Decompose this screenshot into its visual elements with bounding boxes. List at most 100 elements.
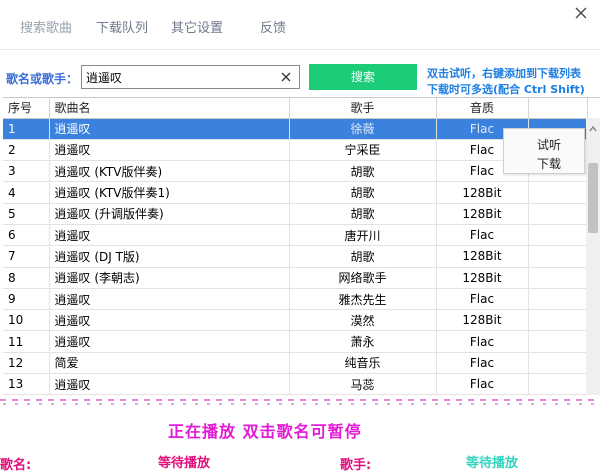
row-index: 6 <box>3 224 50 247</box>
row-singer: 萧永 <box>289 330 437 353</box>
context-menu-item-preview[interactable]: 试听 <box>537 136 561 153</box>
table-scrollbar[interactable] <box>586 118 600 395</box>
row-song-title: 逍遥叹 (DJ T版) <box>49 245 290 268</box>
row-filler <box>528 309 588 332</box>
row-quality: Flac <box>436 352 529 375</box>
singer-value: 等待播放 <box>466 456 519 471</box>
row-filler <box>528 373 588 395</box>
table-row[interactable]: 9 逍遥叹 雅杰先生 Flac <box>3 288 588 311</box>
row-singer: 胡歌 <box>289 160 437 183</box>
row-singer: 胡歌 <box>289 181 437 204</box>
row-filler <box>528 330 588 353</box>
row-index: 8 <box>3 267 50 289</box>
row-quality: 128Bit <box>436 203 529 225</box>
table-header-row: 序号 歌曲名 歌手 音质 <box>3 98 588 119</box>
row-index: 2 <box>3 139 50 162</box>
search-button[interactable]: 搜索 <box>309 64 417 90</box>
column-header-quality[interactable]: 音质 <box>436 98 529 119</box>
close-icon[interactable] <box>572 4 590 22</box>
row-filler <box>528 181 588 204</box>
row-song-title: 逍遥叹 <box>49 373 290 395</box>
search-label: 歌名或歌手： <box>6 72 79 86</box>
tab-other-settings[interactable]: 其它设置 <box>171 17 223 36</box>
table-row[interactable]: 8 逍遥叹 (李朝志) 网络歌手 128Bit <box>3 267 588 289</box>
row-singer: 徐薇 <box>289 118 437 140</box>
row-filler <box>528 267 588 289</box>
hint-text-line1: 双击试听，右键添加到下载列表 <box>427 67 581 80</box>
context-menu-item-download[interactable]: 下载 <box>537 155 561 172</box>
row-song-title: 逍遥叹 <box>49 118 290 140</box>
row-quality: Flac <box>436 373 529 395</box>
table-row[interactable]: 5 逍遥叹 (升调版伴奏) 胡歌 128Bit <box>3 203 588 225</box>
column-header-singer[interactable]: 歌手 <box>289 98 437 119</box>
row-index: 11 <box>3 330 50 353</box>
row-filler <box>528 352 588 375</box>
row-quality: Flac <box>436 330 529 353</box>
table-row[interactable]: 3 逍遥叹 (KTV版伴奏) 胡歌 Flac <box>3 160 588 183</box>
scrollbar-thumb[interactable] <box>588 163 598 233</box>
table-row[interactable]: 2 逍遥叹 宁采臣 Flac <box>3 139 588 162</box>
row-quality: 128Bit <box>436 267 529 289</box>
row-song-title: 逍遥叹 (KTV版伴奏1) <box>49 181 290 204</box>
row-index: 13 <box>3 373 50 395</box>
row-index: 1 <box>3 118 50 140</box>
tab-feedback[interactable]: 反馈 <box>260 17 286 36</box>
table-row[interactable]: 7 逍遥叹 (DJ T版) 胡歌 128Bit <box>3 245 588 268</box>
row-song-title: 逍遥叹 (升调版伴奏) <box>49 203 290 225</box>
table-row[interactable]: 13 逍遥叹 马蕊 Flac <box>3 373 588 395</box>
row-song-title: 逍遥叹 (KTV版伴奏) <box>49 160 290 183</box>
playback-status: 正在播放 双击歌名可暂停 <box>168 422 362 441</box>
search-input[interactable] <box>86 68 271 86</box>
row-singer: 唐开川 <box>289 224 437 247</box>
row-singer: 宁采臣 <box>289 139 437 162</box>
row-song-title: 逍遥叹 <box>49 224 290 247</box>
row-song-title: 逍遥叹 (李朝志) <box>49 267 290 289</box>
row-index: 5 <box>3 203 50 225</box>
clear-icon[interactable] <box>279 70 293 84</box>
row-index: 12 <box>3 352 50 375</box>
table-row[interactable]: 12 简爱 纯音乐 Flac <box>3 352 588 375</box>
row-index: 9 <box>3 288 50 311</box>
row-singer: 纯音乐 <box>289 352 437 375</box>
row-filler <box>528 203 588 225</box>
row-song-title: 逍遥叹 <box>49 288 290 311</box>
row-singer: 雅杰先生 <box>289 288 437 311</box>
singer-label: 歌手: <box>340 458 372 473</box>
tab-search-songs[interactable]: 搜索歌曲 <box>20 17 72 36</box>
table-row[interactable]: 11 逍遥叹 萧永 Flac <box>3 330 588 353</box>
row-singer: 漠然 <box>289 309 437 332</box>
header-divider <box>0 49 600 50</box>
row-quality: Flac <box>436 288 529 311</box>
row-quality: Flac <box>436 224 529 247</box>
row-index: 7 <box>3 245 50 268</box>
table-row[interactable]: 4 逍遥叹 (KTV版伴奏1) 胡歌 128Bit <box>3 181 588 204</box>
column-header-song[interactable]: 歌曲名 <box>49 98 290 119</box>
row-index: 3 <box>3 160 50 183</box>
row-song-title: 逍遥叹 <box>49 309 290 332</box>
table-row[interactable]: 6 逍遥叹 唐开川 Flac <box>3 224 588 247</box>
row-singer: 胡歌 <box>289 245 437 268</box>
tab-download-queue[interactable]: 下载队列 <box>96 17 148 36</box>
row-quality: 128Bit <box>436 245 529 268</box>
table-row[interactable]: 1 逍遥叹 徐薇 Flac <box>3 118 588 140</box>
row-quality: 128Bit <box>436 309 529 332</box>
row-singer: 胡歌 <box>289 203 437 225</box>
column-header-filler <box>528 98 588 119</box>
row-index: 4 <box>3 181 50 204</box>
column-header-index[interactable]: 序号 <box>3 98 50 119</box>
tab-bar: 搜索歌曲 下载队列 其它设置 反馈 <box>0 0 600 50</box>
scroll-up-arrow-icon[interactable] <box>589 122 597 132</box>
hint-text-line2: 下载时可多选(配合 Ctrl Shift) <box>427 83 585 96</box>
row-filler <box>528 288 588 311</box>
table-row[interactable]: 10 逍遥叹 漠然 128Bit <box>3 309 588 332</box>
row-filler <box>528 245 588 268</box>
song-label: 歌名: <box>0 458 32 473</box>
row-song-title: 逍遥叹 <box>49 139 290 162</box>
row-index: 10 <box>3 309 50 332</box>
search-box <box>81 65 300 89</box>
row-song-title: 简爱 <box>49 352 290 375</box>
row-quality: 128Bit <box>436 181 529 204</box>
row-filler <box>528 224 588 247</box>
context-menu: 试听 下载 <box>503 128 585 174</box>
decorative-ruler-strip <box>0 399 600 405</box>
